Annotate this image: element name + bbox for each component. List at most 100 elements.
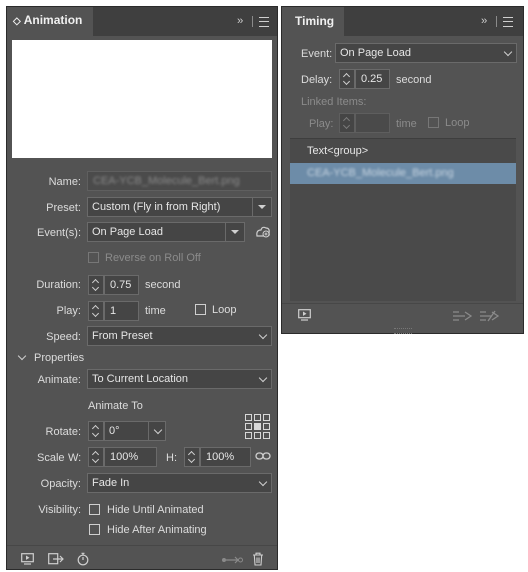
preset-label: Preset: [46, 202, 81, 214]
timing-stopwatch-icon[interactable] [77, 552, 89, 569]
rotate-value: 0° [109, 425, 120, 437]
scale-w-field[interactable]: 100% [104, 447, 157, 467]
timing-panel-menu-icon[interactable] [503, 17, 513, 27]
delay-label: Delay: [301, 74, 333, 86]
animation-panel: ◇ Animation ›› Name: CEA-YCB_Molecule_Ber… [6, 6, 278, 570]
play-stepper[interactable] [88, 301, 104, 321]
rotate-divider [148, 422, 149, 440]
properties-chevron-icon[interactable] [17, 351, 27, 361]
panel-menu-icon[interactable] [259, 17, 269, 27]
animate-value: To Current Location [92, 373, 188, 385]
name-field[interactable]: CEA-YCB_Molecule_Bert.png [87, 171, 272, 191]
timing-play-stepper[interactable] [339, 113, 355, 133]
play-label: Play: [56, 305, 81, 317]
opacity-label: Opacity: [40, 478, 81, 490]
duration-unit: second [145, 279, 181, 291]
preview-icon[interactable] [21, 553, 34, 568]
resize-grip[interactable] [394, 328, 412, 334]
preset-dropdown-icon [258, 205, 266, 209]
motion-path-icon[interactable] [221, 555, 243, 567]
delay-field[interactable]: 0.25 [355, 69, 390, 89]
scale-h-field[interactable]: 100% [200, 447, 251, 467]
rotate-chevron-icon [153, 425, 163, 435]
reverse-checkbox[interactable] [88, 252, 99, 263]
ref-point-tl[interactable] [245, 414, 252, 421]
animation-tabbar: ◇ Animation ›› [7, 7, 277, 36]
tab-timing[interactable]: Timing [282, 7, 344, 36]
timing-event-select[interactable]: On Page Load [335, 43, 517, 63]
ref-point-center[interactable] [254, 423, 261, 430]
timing-item-selected[interactable]: CEA-YCB_Molecule_Bert.png [290, 163, 516, 184]
animate-to-label: Animate To [88, 400, 143, 412]
timing-collapse-panel-icon[interactable]: ›› [481, 15, 487, 27]
opacity-chevron-icon [258, 477, 268, 487]
trash-icon[interactable] [252, 552, 264, 569]
timing-event-value: On Page Load [340, 47, 411, 59]
preset-select[interactable]: Custom (Fly in from Right) [87, 197, 272, 217]
timing-loop-label: Loop [445, 117, 470, 129]
animate-select[interactable]: To Current Location [87, 369, 272, 389]
ref-point-mr[interactable] [263, 423, 270, 430]
collapse-panel-icon[interactable]: ›› [237, 15, 243, 27]
opacity-select[interactable]: Fade In [87, 473, 272, 493]
duration-stepper[interactable] [88, 275, 104, 295]
ref-point-bc[interactable] [254, 432, 261, 439]
tab-animation[interactable]: ◇ Animation [7, 7, 93, 36]
loop-checkbox[interactable] [195, 304, 206, 315]
reference-point-grid[interactable] [245, 414, 271, 440]
tab-timing-label: Timing [295, 14, 335, 28]
preset-divider [252, 198, 253, 216]
ref-point-tc[interactable] [254, 414, 261, 421]
add-event-icon[interactable] [255, 225, 271, 242]
ref-point-br[interactable] [263, 432, 270, 439]
name-value: CEA-YCB_Molecule_Bert.png [93, 175, 240, 187]
constrain-proportions-icon[interactable] [255, 451, 271, 464]
timing-item-text-group[interactable]: Text<group> [307, 145, 368, 157]
timing-play-label: Play: [309, 118, 334, 130]
hide-after-checkbox[interactable] [89, 524, 100, 535]
tab-animation-label: Animation [23, 13, 83, 27]
loop-label: Loop [212, 304, 237, 316]
collapse-icon[interactable]: ◇ [13, 16, 21, 27]
events-value: On Page Load [92, 226, 163, 238]
name-label: Name: [48, 176, 81, 188]
rotate-label: Rotate: [45, 426, 81, 438]
convert-to-motion-path-icon[interactable] [48, 553, 64, 568]
scale-w-stepper[interactable] [88, 447, 104, 467]
hide-until-checkbox[interactable] [89, 504, 100, 515]
play-value: 1 [110, 305, 117, 317]
events-label: Event(s): [36, 227, 81, 239]
duration-field[interactable]: 0.75 [104, 275, 139, 295]
timing-tabbar: Timing ›› [282, 7, 523, 36]
delay-unit: second [396, 74, 432, 86]
ref-point-bl[interactable] [245, 432, 252, 439]
ref-point-ml[interactable] [245, 423, 252, 430]
properties-header[interactable]: Properties [34, 352, 84, 364]
timing-event-chevron-icon [503, 47, 513, 57]
linked-items-label: Linked Items: [301, 96, 367, 108]
visibility-label: Visibility: [38, 504, 81, 516]
duration-value: 0.75 [110, 279, 132, 291]
events-select[interactable]: On Page Load [87, 222, 245, 242]
tab-divider [252, 16, 253, 27]
preset-value: Custom (Fly in from Right) [92, 201, 221, 213]
delay-stepper[interactable] [339, 69, 355, 89]
timing-preview-icon[interactable] [298, 309, 311, 324]
ref-point-tr[interactable] [263, 414, 270, 421]
timing-play-field[interactable] [355, 113, 390, 133]
rotate-stepper[interactable] [88, 421, 104, 441]
play-separately-icon[interactable] [478, 310, 500, 325]
hide-until-label: Hide Until Animated [107, 504, 204, 516]
timing-item-image-label: CEA-YCB_Molecule_Bert.png [307, 167, 454, 179]
play-unit: time [145, 305, 166, 317]
speed-select[interactable]: From Preset [87, 326, 272, 346]
play-field[interactable]: 1 [104, 301, 139, 321]
timing-loop-checkbox[interactable] [428, 117, 439, 128]
speed-label: Speed: [46, 331, 81, 343]
speed-value: From Preset [92, 330, 153, 342]
play-together-icon[interactable] [451, 310, 473, 325]
timing-panel: Timing ›› Event: On Page Load Delay: 0.2… [281, 6, 524, 334]
rotate-select[interactable]: 0° [104, 421, 166, 441]
scale-h-stepper[interactable] [184, 447, 200, 467]
timing-items-list: Text<group> CEA-YCB_Molecule_Bert.png [290, 138, 516, 301]
